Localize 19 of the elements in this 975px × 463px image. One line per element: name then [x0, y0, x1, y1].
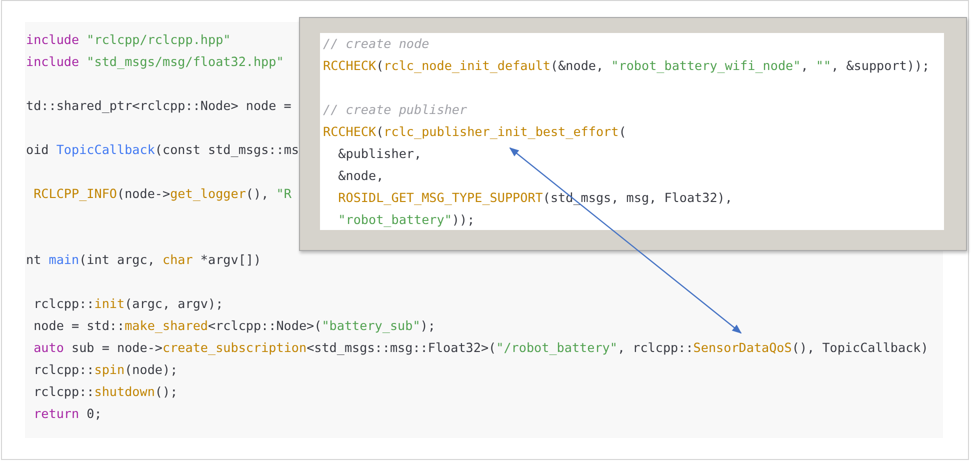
code-line: include "std_msgs/msg/float32.hpp" [26, 53, 284, 71]
code-line: RCCHECK(rclc_node_init_default(&node, "robot_battery_wifi_node", "", &support)); [323, 57, 930, 75]
code-line: // create node [323, 35, 430, 53]
code-line: td::shared_ptr<rclcpp::Node> node = [26, 97, 292, 115]
code-line: // create publisher [323, 101, 468, 119]
code-line: include "rclcpp/rclcpp.hpp" [26, 31, 231, 49]
code-line: oid TopicCallback(const std_msgs::ms [26, 141, 299, 159]
code-line: rclcpp::shutdown(); [32, 383, 178, 401]
code-line: &publisher, [337, 145, 422, 163]
code-line: auto sub = node->create_subscription<std_msgs::msg::Float32>("/robot_battery", rclcpp::SensorDataQoS(), TopicCallback) [32, 339, 928, 357]
code-line: return 0; [32, 405, 102, 423]
code-line: RCLCPP_INFO(node->get_logger(), "R [32, 185, 292, 203]
code-line: &node, [337, 167, 384, 185]
code-line: rclcpp::spin(node); [32, 361, 178, 379]
code-line: "robot_battery")); [337, 211, 475, 229]
code-line: node = std::make_shared<rclcpp::Node>("battery_sub"); [32, 317, 436, 335]
code-line: rclcpp::init(argc, argv); [32, 295, 224, 313]
code-line: RCCHECK(rclc_publisher_init_best_effort( [323, 123, 626, 141]
code-line: nt main(int argc, char *argv[]) [26, 251, 262, 269]
